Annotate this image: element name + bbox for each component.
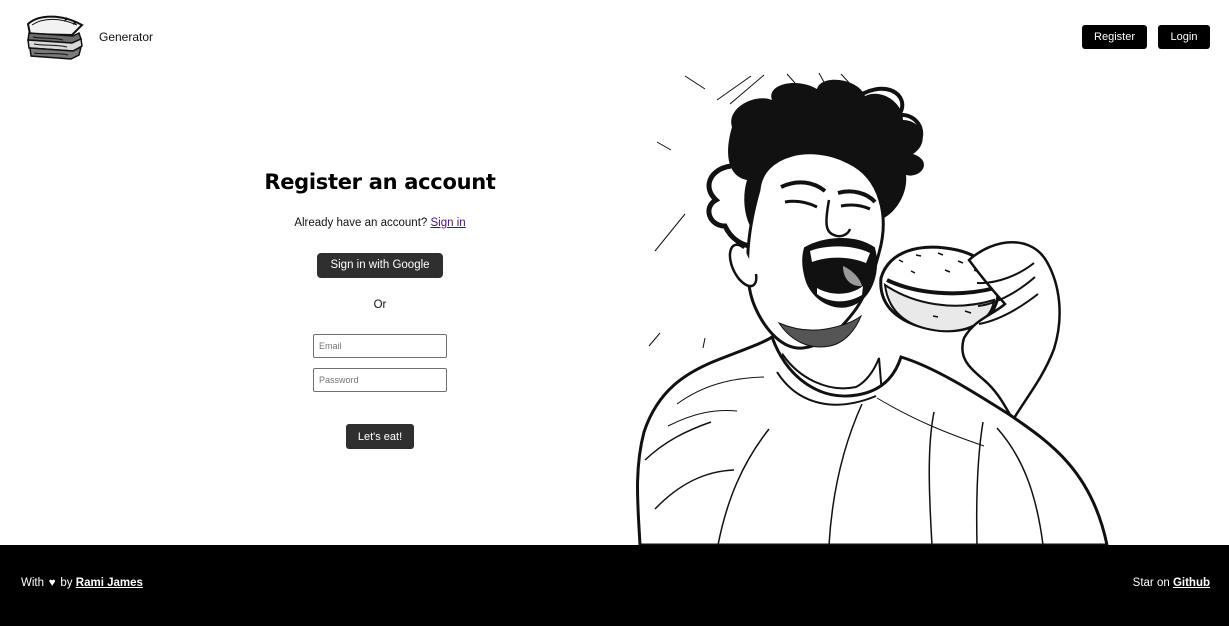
footer-by-text: by — [60, 577, 73, 589]
github-link[interactable]: Github — [1173, 577, 1210, 589]
account-sign-in-prompt: Already have an account? Sign in — [230, 217, 530, 229]
sign-in-with-google-button[interactable]: Sign in with Google — [317, 253, 443, 278]
footer-github: Star on Github — [1133, 577, 1210, 589]
email-field[interactable] — [313, 334, 447, 358]
site-header: Generator Register Login — [0, 0, 1229, 72]
login-button[interactable]: Login — [1158, 25, 1210, 49]
main-content: Register an account Already have an acco… — [0, 72, 1229, 545]
sandwich-logo-svg — [24, 12, 86, 62]
heart-icon: ♥ — [48, 577, 56, 589]
site-footer: With ♥ by Rami James Star on Github — [0, 545, 1229, 626]
page-title: Register an account — [264, 170, 496, 194]
register-button[interactable]: Register — [1082, 25, 1147, 49]
sandwich-logo-icon[interactable] — [24, 12, 86, 62]
password-field[interactable] — [313, 368, 447, 392]
laughing-man-eating-sandwich-illustration — [627, 72, 1121, 545]
hero-illustration-svg — [627, 72, 1121, 545]
lets-eat-button[interactable]: Let's eat! — [346, 424, 414, 449]
star-on-text: Star on — [1132, 577, 1170, 589]
form-divider-text: Or — [373, 299, 387, 311]
footer-credit: With ♥ by Rami James — [21, 577, 143, 589]
rami-james-link[interactable]: Rami James — [76, 577, 143, 589]
sign-in-link[interactable]: Sign in — [431, 217, 466, 229]
already-account-text: Already have an account? — [294, 217, 428, 229]
nav-generator-link[interactable]: Generator — [99, 30, 153, 44]
footer-with-text: With — [21, 577, 44, 589]
